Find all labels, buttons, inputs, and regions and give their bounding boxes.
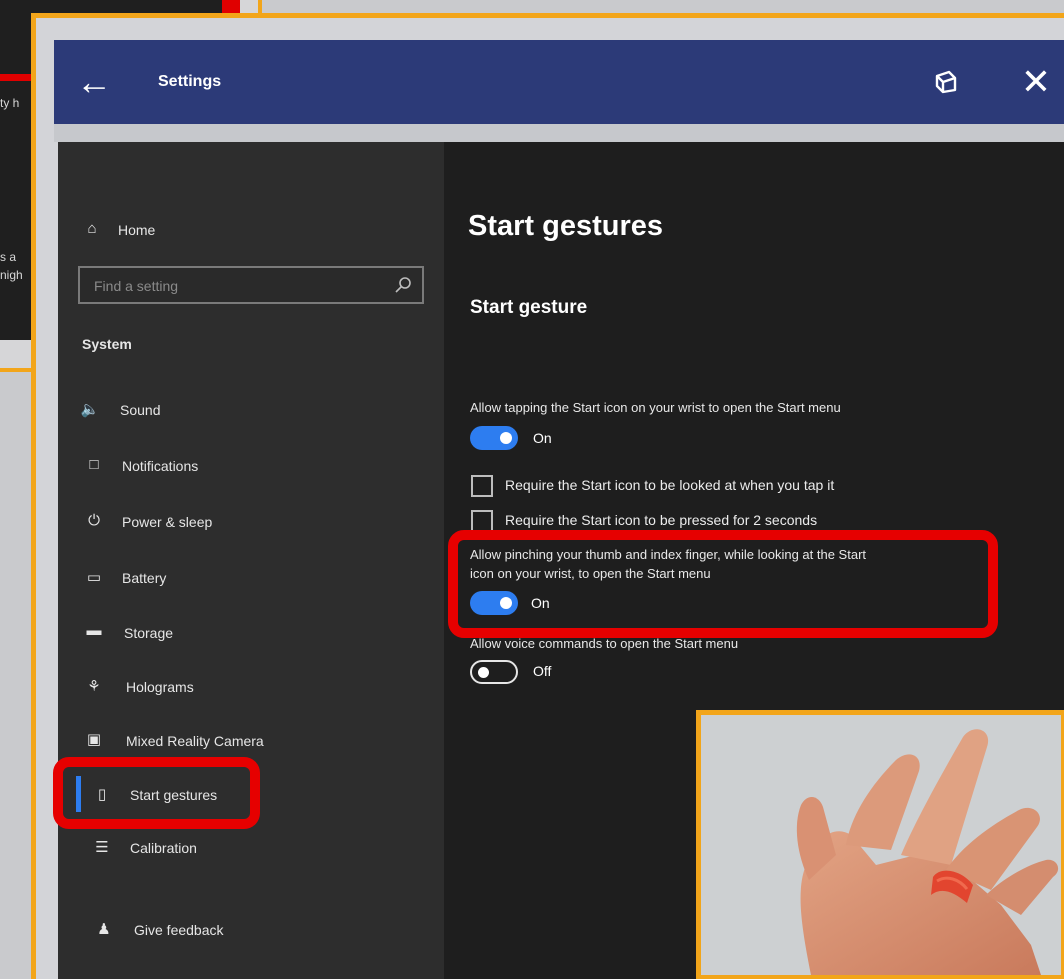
look-at-checkbox-label: Require the Start icon to be looked at w… (505, 477, 835, 493)
tap-start-toggle[interactable] (470, 426, 518, 450)
calibration-icon: ☰ (95, 839, 109, 856)
holograms-icon: ⚘ (87, 678, 101, 695)
give-feedback-link[interactable]: Give feedback (134, 922, 224, 938)
restore-window-icon[interactable] (930, 66, 962, 98)
background-text: ty h (0, 96, 20, 110)
sidebar-item-notifications[interactable]: Notifications (122, 458, 198, 474)
hand-photo-inset (696, 710, 1064, 979)
section-title: Start gesture (470, 297, 588, 318)
sidebar-item-sound[interactable]: Sound (120, 402, 160, 418)
sidebar-item-power-sleep[interactable]: Power & sleep (122, 514, 212, 530)
sidebar-item-storage[interactable]: Storage (124, 625, 173, 641)
search-input[interactable]: Find a setting (78, 266, 424, 304)
toggle-knob (500, 432, 512, 444)
toggle-knob (478, 667, 489, 678)
background-red-line (0, 74, 34, 81)
close-icon[interactable]: ✕ (1016, 60, 1056, 104)
sidebar-item-mixed-reality-camera[interactable]: Mixed Reality Camera (126, 733, 264, 749)
search-icon[interactable] (394, 276, 412, 294)
start-gestures-highlight-box (53, 757, 260, 829)
look-at-checkbox[interactable] (471, 475, 493, 497)
pinch-highlight-box (448, 530, 998, 638)
window-title: Settings (158, 73, 222, 90)
camera-icon: ▣ (86, 731, 102, 748)
speaker-icon: 🔈 (80, 401, 100, 418)
battery-icon: ▭ (86, 569, 102, 586)
hand-with-ring-illustration (701, 715, 1061, 975)
press-2s-checkbox[interactable] (471, 510, 493, 532)
home-icon: ⌂ (87, 220, 97, 237)
feedback-icon: ♟ (97, 921, 111, 938)
tap-toggle-state: On (533, 430, 552, 446)
sidebar-item-calibration[interactable]: Calibration (130, 840, 197, 856)
message-icon: □ (89, 456, 99, 473)
tap-setting-description: Allow tapping the Start icon on your wri… (470, 400, 841, 415)
window-gap (54, 124, 1064, 142)
background-text: s a (0, 250, 17, 264)
sidebar-section-system: System (82, 336, 132, 352)
voice-start-toggle[interactable] (470, 660, 518, 684)
sidebar-item-battery[interactable]: Battery (122, 570, 166, 586)
back-arrow-icon[interactable]: ← (74, 62, 114, 102)
page-title: Start gestures (468, 210, 664, 242)
storage-icon: ▬ (86, 622, 102, 639)
press-2s-checkbox-label: Require the Start icon to be pressed for… (505, 512, 818, 528)
search-placeholder: Find a setting (94, 278, 179, 294)
sidebar-item-home[interactable]: Home (118, 222, 155, 238)
sidebar-item-holograms[interactable]: Holograms (126, 679, 194, 695)
voice-toggle-state: Off (533, 663, 552, 679)
background-text: nigh (0, 268, 23, 282)
power-icon: ⏻ (88, 512, 100, 529)
